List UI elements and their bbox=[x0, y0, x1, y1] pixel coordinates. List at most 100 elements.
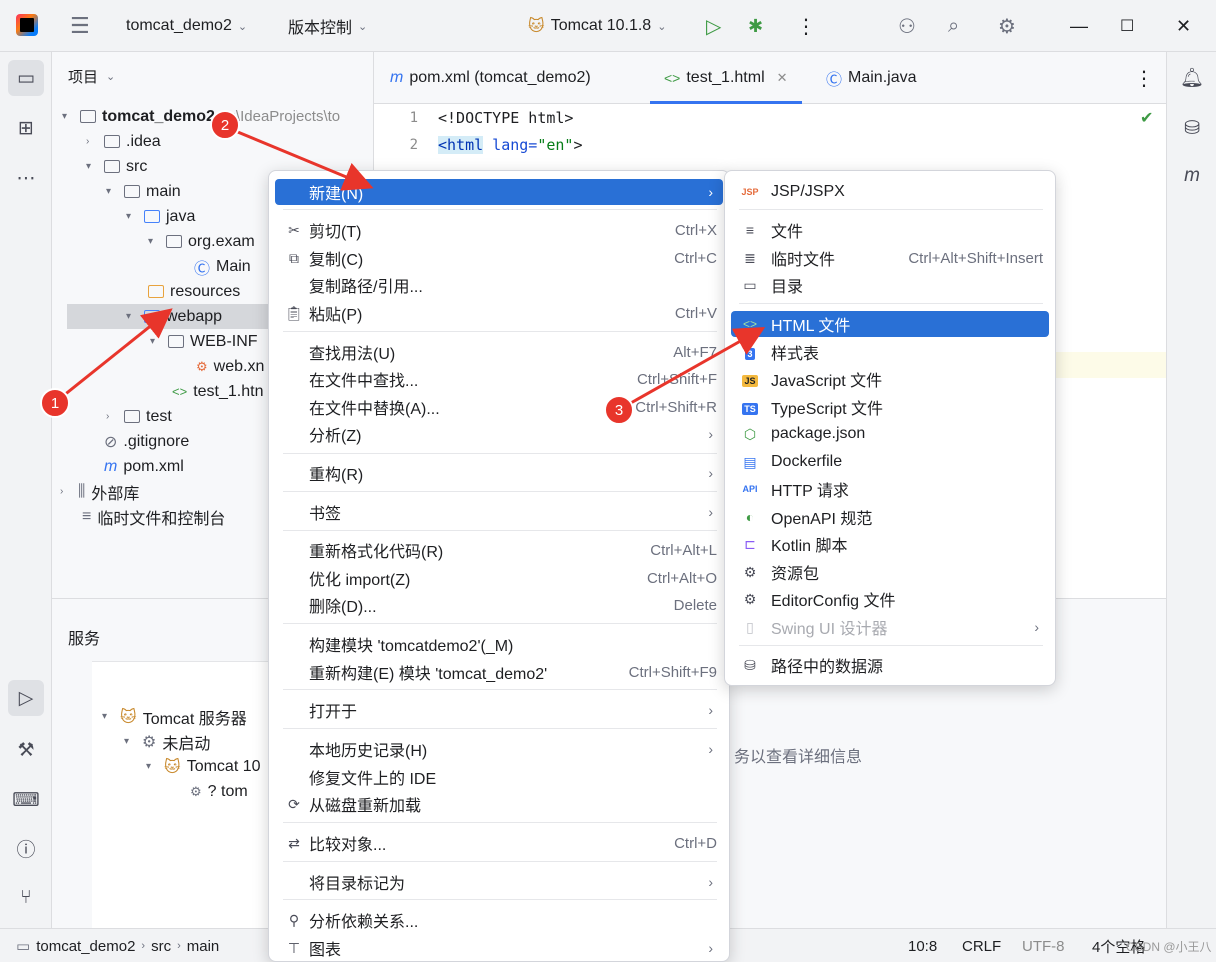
minimize-button[interactable]: — bbox=[1070, 0, 1088, 52]
submenu-item-swing-ui[interactable]: ▯ Swing UI 设计器 › bbox=[731, 614, 1049, 640]
tree-item-main[interactable]: ▾ main bbox=[106, 179, 181, 204]
menu-item-rebuild-module[interactable]: 重新构建(E) 模块 'tomcat_demo2' Ctrl+Shift+F9 bbox=[275, 659, 723, 685]
menu-item-analyze-deps[interactable]: ⚲ 分析依赖关系... bbox=[275, 907, 723, 933]
submenu-item-dockerfile[interactable]: ▤ Dockerfile bbox=[731, 449, 1049, 475]
service-tomcat-instance[interactable]: ▾ 🐱 Tomcat 10 bbox=[146, 754, 261, 779]
submenu-item-file[interactable]: ≡ 文件 bbox=[731, 217, 1049, 243]
intellij-logo-icon[interactable] bbox=[16, 14, 38, 36]
menu-item-open-in[interactable]: 打开于 › bbox=[275, 697, 723, 723]
submenu-item-html-file[interactable]: <> HTML 文件 bbox=[731, 311, 1049, 337]
tree-item-package[interactable]: ▾ org.exam bbox=[148, 229, 255, 254]
service-tomcat-server[interactable]: ▾ 🐱 Tomcat 服务器 bbox=[102, 704, 247, 729]
tab-test-html[interactable]: <> test_1.html ✕ bbox=[650, 52, 802, 104]
tree-item-src[interactable]: ▾ src bbox=[86, 154, 147, 179]
menu-item-new[interactable]: 新建(N) › bbox=[275, 179, 723, 205]
tree-item-web-xml[interactable]: ⚙ web.xn bbox=[196, 354, 264, 379]
tree-item-web-inf[interactable]: ▾ WEB-INF bbox=[150, 329, 258, 354]
project-selector[interactable]: tomcat_demo2 ⌄ bbox=[126, 0, 247, 52]
menu-item-reformat[interactable]: 重新格式化代码(R) Ctrl+Alt+L bbox=[275, 537, 723, 563]
submenu-item-resource-bundle[interactable]: ⚙ 资源包 bbox=[731, 559, 1049, 585]
menu-item-refactor[interactable]: 重构(R) › bbox=[275, 460, 723, 486]
search-icon[interactable]: ⌕ bbox=[948, 0, 959, 52]
line-separator[interactable]: CRLF bbox=[962, 929, 1001, 962]
notifications-bell-icon[interactable]: 🔔︎ bbox=[1174, 60, 1210, 96]
menu-item-analyze[interactable]: 分析(Z) › bbox=[275, 421, 723, 447]
menu-item-find-usages[interactable]: 查找用法(U) Alt+F7 bbox=[275, 339, 723, 365]
submenu-item-javascript[interactable]: JS JavaScript 文件 bbox=[731, 366, 1049, 392]
menu-item-bookmarks[interactable]: 书签 › bbox=[275, 499, 723, 525]
vcs-menu[interactable]: 版本控制 ⌄ bbox=[288, 0, 367, 52]
maven-icon[interactable]: m bbox=[1174, 158, 1210, 194]
menu-item-build-module[interactable]: 构建模块 'tomcatdemo2'(_M) bbox=[275, 631, 723, 657]
breadcrumb-item[interactable]: tomcat_demo2 bbox=[36, 938, 135, 955]
tree-item-pom[interactable]: m pom.xml bbox=[104, 454, 184, 479]
git-branch-icon[interactable]: ⑂ bbox=[8, 880, 44, 916]
close-tab-icon[interactable]: ✕ bbox=[777, 70, 788, 86]
more-tools-icon[interactable]: ⋯ bbox=[8, 160, 44, 196]
service-not-started[interactable]: ▾ ⚙ 未启动 bbox=[124, 729, 210, 754]
tree-item-idea[interactable]: › .idea bbox=[86, 129, 161, 154]
submenu-item-editorconfig[interactable]: ⚙ EditorConfig 文件 bbox=[731, 586, 1049, 612]
project-panel-header[interactable]: 项目 ⌄ bbox=[68, 66, 115, 87]
main-menu-icon[interactable]: ☰ bbox=[70, 0, 90, 52]
menu-item-compare-with[interactable]: ⇄ 比较对象... Ctrl+D bbox=[275, 830, 723, 856]
build-hammer-icon[interactable]: ⚒ bbox=[8, 732, 44, 768]
menu-item-copy-path[interactable]: 复制路径/引用... bbox=[275, 272, 723, 298]
menu-item-replace-in-files[interactable]: 在文件中替换(A)... Ctrl+Shift+R bbox=[275, 394, 723, 420]
submenu-item-jsp[interactable]: JSP JSP/JSPX bbox=[731, 179, 1049, 205]
structure-icon[interactable]: ⊞ bbox=[8, 110, 44, 146]
terminal-icon[interactable]: ⌨ bbox=[8, 782, 44, 818]
breadcrumb-item[interactable]: src bbox=[151, 938, 171, 955]
tree-item-gitignore[interactable]: ⊘ .gitignore bbox=[104, 429, 189, 454]
menu-item-local-history[interactable]: 本地历史记录(H) › bbox=[275, 736, 723, 762]
submenu-item-datasource[interactable]: ⛁ 路径中的数据源 bbox=[731, 652, 1049, 678]
menu-item-cut[interactable]: ✂ 剪切(T) Ctrl+X bbox=[275, 217, 723, 243]
add-user-icon[interactable]: ⚇ bbox=[898, 0, 916, 52]
submenu-item-package-json[interactable]: ⬡ package.json bbox=[731, 421, 1049, 447]
menu-item-paste[interactable]: 📋︎ 粘贴(P) Ctrl+V bbox=[275, 300, 723, 326]
menu-item-find-in-files[interactable]: 在文件中查找... Ctrl+Shift+F bbox=[275, 366, 723, 392]
settings-gear-icon[interactable]: ⚙ bbox=[998, 0, 1016, 52]
tree-item-main-class[interactable]: Ⓒ Main bbox=[194, 254, 251, 279]
submenu-item-kotlin-script[interactable]: ⊏ Kotlin 脚本 bbox=[731, 531, 1049, 557]
problems-icon[interactable]: ⓘ bbox=[8, 830, 44, 866]
database-icon[interactable]: ⛁ bbox=[1174, 110, 1210, 146]
debug-icon[interactable]: ✱ bbox=[748, 0, 763, 52]
submenu-item-stylesheet[interactable]: 3 样式表 bbox=[731, 339, 1049, 365]
run-icon[interactable]: ▷ bbox=[706, 0, 721, 52]
project-folder-icon[interactable]: ▭ bbox=[8, 60, 44, 96]
submenu-item-scratch-file[interactable]: ≣ 临时文件 Ctrl+Alt+Shift+Insert bbox=[731, 245, 1049, 271]
menu-item-copy[interactable]: ⧉ 复制(C) Ctrl+C bbox=[275, 245, 723, 271]
menu-item-mark-directory[interactable]: 将目录标记为 › bbox=[275, 869, 723, 895]
inspection-ok-icon[interactable]: ✔ bbox=[1140, 108, 1153, 128]
menu-item-optimize-imports[interactable]: 优化 import(Z) Ctrl+Alt+O bbox=[275, 565, 723, 591]
service-artifact[interactable]: ⚙ ? tom bbox=[190, 779, 248, 804]
breadcrumb-item[interactable]: main bbox=[187, 938, 220, 955]
submenu-item-openapi[interactable]: ◐ OpenAPI 规范 bbox=[731, 504, 1049, 530]
menu-item-reload-from-disk[interactable]: ⟳ 从磁盘重新加载 bbox=[275, 791, 723, 817]
run-config-selector[interactable]: 🐱 Tomcat 10.1.8 ⌄ bbox=[528, 0, 666, 52]
close-button[interactable]: ✕ bbox=[1176, 0, 1191, 52]
submenu-item-directory[interactable]: ▭ 目录 bbox=[731, 272, 1049, 298]
tab-main-java[interactable]: Ⓒ Main.java bbox=[826, 52, 917, 104]
tree-item-scratches[interactable]: ≡ 临时文件和控制台 bbox=[82, 504, 225, 529]
submenu-item-http-request[interactable]: API HTTP 请求 bbox=[731, 476, 1049, 502]
tree-item-external-libs[interactable]: › ⫼ 外部库 bbox=[60, 479, 139, 504]
menu-item-repair-ide[interactable]: 修复文件上的 IDE bbox=[275, 764, 723, 790]
file-encoding[interactable]: UTF-8 bbox=[1022, 929, 1065, 962]
submenu-item-typescript[interactable]: TS TypeScript 文件 bbox=[731, 394, 1049, 420]
menu-item-label: 构建模块 'tomcatdemo2'(_M) bbox=[309, 638, 514, 655]
maximize-button[interactable]: ☐ bbox=[1120, 0, 1134, 52]
tree-item-resources[interactable]: resources bbox=[148, 279, 240, 304]
tree-item-test-html[interactable]: <> test_1.htn bbox=[172, 379, 263, 404]
tab-options-icon[interactable]: ⋮ bbox=[1134, 52, 1154, 104]
menu-item-diagrams[interactable]: ⊤ 图表 › bbox=[275, 935, 723, 961]
menu-item-delete[interactable]: 删除(D)... Delete bbox=[275, 592, 723, 618]
tree-item-test[interactable]: › test bbox=[106, 404, 172, 429]
tree-item-java[interactable]: ▾ java bbox=[126, 204, 195, 229]
tab-pom-xml[interactable]: m pom.xml (tomcat_demo2) bbox=[390, 52, 591, 104]
more-actions-icon[interactable]: ⋮ bbox=[796, 0, 816, 52]
tree-item-root[interactable]: ▾ tomcat_demo2 D:\IdeaProjects\to bbox=[62, 104, 340, 129]
caret-position[interactable]: 10:8 bbox=[908, 929, 937, 962]
services-icon[interactable]: ▷ bbox=[8, 680, 44, 716]
